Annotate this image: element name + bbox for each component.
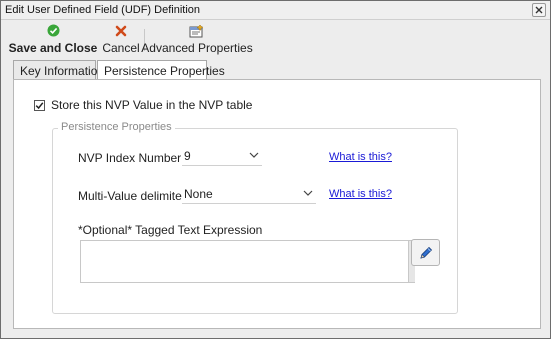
nvp-index-value: 9 [184,149,191,163]
title-bar[interactable]: Edit User Defined Field (UDF) Definition [1,1,550,20]
store-nvp-checkbox[interactable] [34,99,45,111]
tab-persistence-properties[interactable]: Persistence Properties [97,60,225,81]
save-and-close-label: Save and Close [8,41,98,55]
expression-label: *Optional* Tagged Text Expression [78,223,263,237]
store-nvp-row: Store this NVP Value in the NVP table [34,98,252,112]
chevron-down-icon [249,152,259,158]
advanced-properties-label: Advanced Properties [141,41,253,55]
delimiter-help-link[interactable]: What is this? [329,188,392,200]
chevron-down-icon [303,190,313,196]
pencil-icon [419,246,432,259]
edit-expression-button[interactable] [411,239,440,266]
toolbar: Save and Close Cancel Advanced Propertie… [7,23,544,56]
close-icon [535,6,543,14]
advanced-properties-button[interactable]: Advanced Properties [141,23,253,56]
properties-window-icon [189,23,205,38]
close-button[interactable] [532,3,546,17]
delimiter-label: Multi-Value delimiter: [78,189,190,203]
window-title: Edit User Defined Field (UDF) Definition [5,4,201,16]
persistence-panel: Store this NVP Value in the NVP table Pe… [13,79,541,329]
checkmark-icon [35,101,44,109]
cancel-label: Cancel [102,41,140,55]
tab-key-information[interactable]: Key Information [13,60,104,80]
nvp-index-help-link[interactable]: What is this? [329,151,392,163]
persistence-group: Persistence Properties NVP Index Number:… [52,121,458,314]
cancel-button[interactable]: Cancel [101,23,141,56]
red-x-icon [115,23,127,38]
nvp-index-label: NVP Index Number: [78,151,185,165]
delimiter-select[interactable]: None [182,186,316,204]
expression-textarea[interactable] [80,240,409,283]
dialog-window: Edit User Defined Field (UDF) Definition… [0,0,551,339]
delimiter-value: None [184,187,213,201]
save-and-close-button[interactable]: Save and Close [9,23,97,56]
nvp-index-select[interactable]: 9 [182,148,262,166]
store-nvp-label: Store this NVP Value in the NVP table [51,98,253,112]
group-title: Persistence Properties [58,121,175,133]
green-check-icon [47,23,60,38]
